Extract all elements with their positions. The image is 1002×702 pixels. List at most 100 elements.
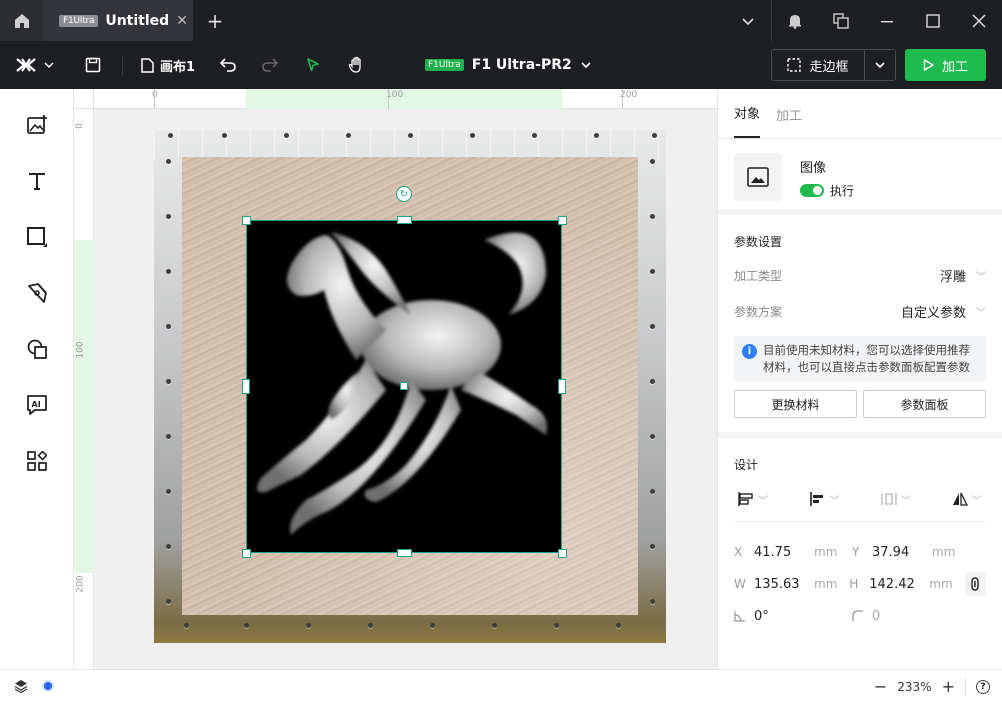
resize-handle[interactable] bbox=[242, 549, 251, 558]
help-icon[interactable]: ? bbox=[976, 679, 990, 694]
divider bbox=[122, 55, 123, 75]
zoom-in-button[interactable]: + bbox=[942, 677, 955, 696]
undo-button[interactable] bbox=[207, 41, 249, 89]
center-handle[interactable] bbox=[400, 382, 408, 390]
w-field[interactable]: W 135.63 mm bbox=[734, 577, 849, 592]
h-field[interactable]: H 142.42 mm bbox=[849, 577, 964, 592]
resize-handle[interactable] bbox=[558, 549, 567, 558]
close-tab-icon[interactable]: ✕ bbox=[176, 13, 188, 29]
zoom-out-button[interactable]: − bbox=[874, 677, 887, 696]
bed-rivet bbox=[650, 159, 655, 164]
layers-icon bbox=[14, 680, 28, 693]
close-window-button[interactable] bbox=[956, 0, 1002, 41]
aspect-lock-button[interactable] bbox=[964, 573, 986, 595]
minimize-button[interactable] bbox=[864, 0, 910, 41]
cursor-icon bbox=[307, 58, 319, 72]
execute-toggle-row: 执行 bbox=[800, 182, 854, 199]
device-selector[interactable]: F1Ultra F1 Ultra-PR2 bbox=[425, 41, 592, 89]
resize-handle[interactable] bbox=[558, 216, 567, 225]
change-material-button[interactable]: 更换材料 bbox=[734, 390, 857, 418]
process-button[interactable]: 加工 bbox=[905, 49, 986, 81]
minimize-icon bbox=[881, 20, 893, 22]
elements-tool[interactable] bbox=[0, 321, 74, 377]
new-tab-button[interactable]: + bbox=[193, 0, 237, 41]
device-name: F1 Ultra-PR2 bbox=[471, 57, 572, 73]
flip-icon bbox=[952, 492, 968, 506]
rectangle-icon bbox=[27, 227, 47, 247]
bed-rivet bbox=[166, 159, 171, 164]
tab-process[interactable]: 加工 bbox=[776, 105, 802, 138]
align-left-button[interactable]: ﹀ bbox=[809, 491, 839, 507]
home-button[interactable] bbox=[0, 0, 43, 41]
apps-icon bbox=[27, 451, 47, 471]
resize-handle[interactable] bbox=[242, 216, 251, 225]
canvas-name: 画布1 bbox=[160, 59, 196, 75]
link-icon bbox=[971, 577, 979, 591]
resize-handle[interactable] bbox=[242, 379, 250, 394]
distribute-button[interactable]: ﹀ bbox=[738, 491, 768, 507]
bed-rivet bbox=[222, 133, 227, 138]
params-buttons: 更换材料 参数面板 bbox=[734, 390, 986, 418]
layers-button[interactable] bbox=[0, 679, 42, 693]
zoom-value[interactable]: 233% bbox=[897, 680, 931, 694]
resize-handle[interactable] bbox=[397, 216, 412, 224]
rotate-icon: ↻ bbox=[399, 188, 409, 200]
play-icon bbox=[923, 59, 934, 71]
multi-window-button[interactable] bbox=[818, 0, 864, 41]
canvas-selector[interactable]: 画布1 bbox=[129, 41, 207, 89]
param-panel-button[interactable]: 参数面板 bbox=[863, 390, 986, 418]
process-type-select[interactable]: 浮雕 ﹀ bbox=[940, 266, 986, 285]
bed-rivet bbox=[244, 623, 249, 628]
corner-radius-field[interactable]: 0 bbox=[852, 609, 970, 624]
y-field[interactable]: Y 37.94 mm bbox=[852, 545, 970, 560]
chevron-down-icon bbox=[581, 62, 591, 69]
arrange-button[interactable]: ﹀ bbox=[880, 491, 911, 507]
save-button[interactable] bbox=[70, 41, 116, 89]
rotate-handle[interactable]: ↻ bbox=[396, 186, 412, 202]
canvas-area[interactable]: 0 100 200 0 100 200 bbox=[74, 89, 717, 669]
pan-tool-button[interactable] bbox=[335, 41, 379, 89]
connection-status-dot[interactable] bbox=[42, 680, 54, 692]
execute-toggle[interactable] bbox=[800, 184, 824, 197]
chevron-down-icon bbox=[44, 62, 54, 69]
process-type-row: 加工类型 浮雕 ﹀ bbox=[734, 264, 986, 286]
bed-rivet bbox=[408, 133, 413, 138]
align-left-icon bbox=[810, 492, 824, 506]
bed-rivet bbox=[166, 214, 171, 219]
bed-rivet bbox=[470, 133, 475, 138]
params-section: 参数设置 加工类型 浮雕 ﹀ 参数方案 自定义参数 ﹀ i 目前使用未知材料，您… bbox=[718, 233, 1002, 418]
angle-field[interactable]: 0° bbox=[734, 609, 852, 624]
x-field[interactable]: X 41.75 mm bbox=[734, 545, 852, 560]
apps-tool[interactable] bbox=[0, 433, 74, 489]
resize-handle[interactable] bbox=[558, 379, 566, 394]
pen-tool[interactable] bbox=[0, 265, 74, 321]
resize-handle[interactable] bbox=[397, 549, 412, 557]
ai-tool[interactable]: AI bbox=[0, 377, 74, 433]
tab-object[interactable]: 对象 bbox=[734, 103, 761, 138]
notifications-button[interactable] bbox=[772, 0, 818, 41]
dimensions-grid: X 41.75 mm Y 37.94 mm W 135.63 mm H 142.… bbox=[734, 536, 986, 632]
redo-button[interactable] bbox=[249, 41, 291, 89]
params-title: 参数设置 bbox=[734, 235, 783, 249]
bed-rivet bbox=[430, 623, 435, 628]
tabs-dropdown-button[interactable] bbox=[725, 0, 771, 41]
bed-rivet bbox=[284, 133, 289, 138]
select-tool-button[interactable] bbox=[291, 41, 335, 89]
document-tab[interactable]: F1Ultra Untitled ✕ bbox=[43, 0, 193, 41]
chevron-down-icon: ﹀ bbox=[829, 495, 840, 507]
flip-button[interactable]: ﹀ bbox=[952, 491, 982, 507]
text-tool[interactable] bbox=[0, 153, 74, 209]
insert-image-tool[interactable] bbox=[0, 97, 74, 153]
frame-button[interactable]: 走边框 bbox=[772, 50, 865, 80]
shape-tool[interactable] bbox=[0, 209, 74, 265]
window-controls bbox=[725, 0, 1002, 41]
bed-rivet bbox=[650, 214, 655, 219]
param-scheme-select[interactable]: 自定义参数 ﹀ bbox=[901, 302, 986, 321]
frame-dropdown-button[interactable] bbox=[865, 59, 895, 71]
frame-icon bbox=[787, 58, 802, 72]
bed-rivet bbox=[166, 544, 171, 549]
properties-panel: 对象 加工 图像 执行 参数设置 加工类型 浮雕 ﹀ 参数方案 自定义参数 ﹀ … bbox=[717, 89, 1002, 669]
bed-rivet bbox=[616, 623, 621, 628]
app-menu-button[interactable] bbox=[0, 41, 70, 89]
maximize-button[interactable] bbox=[910, 0, 956, 41]
